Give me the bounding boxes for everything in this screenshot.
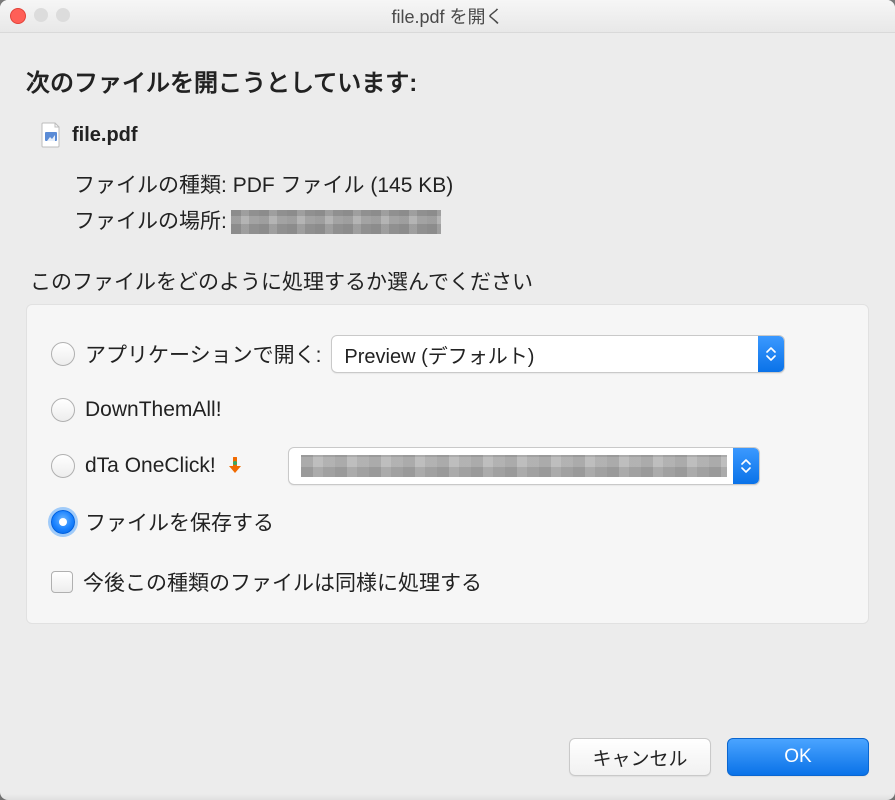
- open-with-select[interactable]: Preview (デフォルト): [331, 335, 785, 373]
- option-open-with[interactable]: アプリケーションで開く: Preview (デフォルト): [51, 333, 844, 375]
- open-with-label: アプリケーションで開く:: [85, 339, 321, 369]
- download-arrow-icon: [226, 457, 244, 475]
- radio-downthemall[interactable]: [51, 398, 75, 422]
- file-location-redacted: [231, 210, 441, 234]
- file-location-label: ファイルの場所:: [74, 204, 227, 240]
- option-save-file[interactable]: ファイルを保存する: [51, 501, 844, 543]
- option-downthemall[interactable]: DownThemAll!: [51, 389, 844, 431]
- ok-button[interactable]: OK: [727, 738, 869, 776]
- option-dta-oneclick[interactable]: dTa OneClick!: [51, 445, 844, 487]
- action-prompt: このファイルをどのように処理するか選んでください: [26, 266, 869, 296]
- remember-choice-checkbox[interactable]: [51, 571, 73, 593]
- options-panel: アプリケーションで開く: Preview (デフォルト) DownThemAll…: [26, 304, 869, 624]
- file-details: ファイルの種類: PDF ファイル (145 KB) ファイルの場所:: [26, 168, 869, 240]
- select-stepper-icon: [758, 336, 784, 372]
- dialog-content: 次のファイルを開こうとしています: file.pdf ファイルの種類: PDF …: [0, 33, 895, 624]
- file-type-value: PDF ファイル (145 KB): [233, 168, 454, 204]
- file-name: file.pdf: [72, 124, 138, 147]
- window-bottom-edge: [0, 794, 895, 800]
- dta-oneclick-select[interactable]: [288, 447, 760, 485]
- file-type-label: ファイルの種類:: [74, 168, 227, 204]
- radio-open-with[interactable]: [51, 342, 75, 366]
- dta-oneclick-redacted: [301, 455, 727, 477]
- dta-oneclick-label: dTa OneClick!: [85, 454, 216, 478]
- file-row: file.pdf: [26, 122, 869, 148]
- close-window-button[interactable]: [10, 8, 26, 24]
- heading: 次のファイルを開こうとしています:: [26, 63, 869, 98]
- cancel-button[interactable]: キャンセル: [569, 738, 711, 776]
- window-controls: [10, 8, 70, 24]
- window-title: file.pdf を開く: [0, 3, 895, 29]
- maximize-window-button[interactable]: [56, 8, 70, 22]
- radio-dta-oneclick[interactable]: [51, 454, 75, 478]
- radio-save-file[interactable]: [51, 510, 75, 534]
- button-bar: キャンセル OK: [569, 738, 869, 776]
- minimize-window-button[interactable]: [34, 8, 48, 22]
- pdf-file-icon: [40, 122, 62, 148]
- downthemall-label: DownThemAll!: [85, 398, 222, 422]
- titlebar: file.pdf を開く: [0, 0, 895, 33]
- select-stepper-icon: [733, 448, 759, 484]
- dialog-window: file.pdf を開く 次のファイルを開こうとしています: file.pdf …: [0, 0, 895, 800]
- remember-choice-label: 今後この種類のファイルは同様に処理する: [83, 567, 482, 597]
- open-with-selected: Preview (デフォルト): [332, 340, 758, 369]
- remember-choice-row[interactable]: 今後この種類のファイルは同様に処理する: [51, 567, 844, 597]
- save-file-label: ファイルを保存する: [85, 507, 274, 537]
